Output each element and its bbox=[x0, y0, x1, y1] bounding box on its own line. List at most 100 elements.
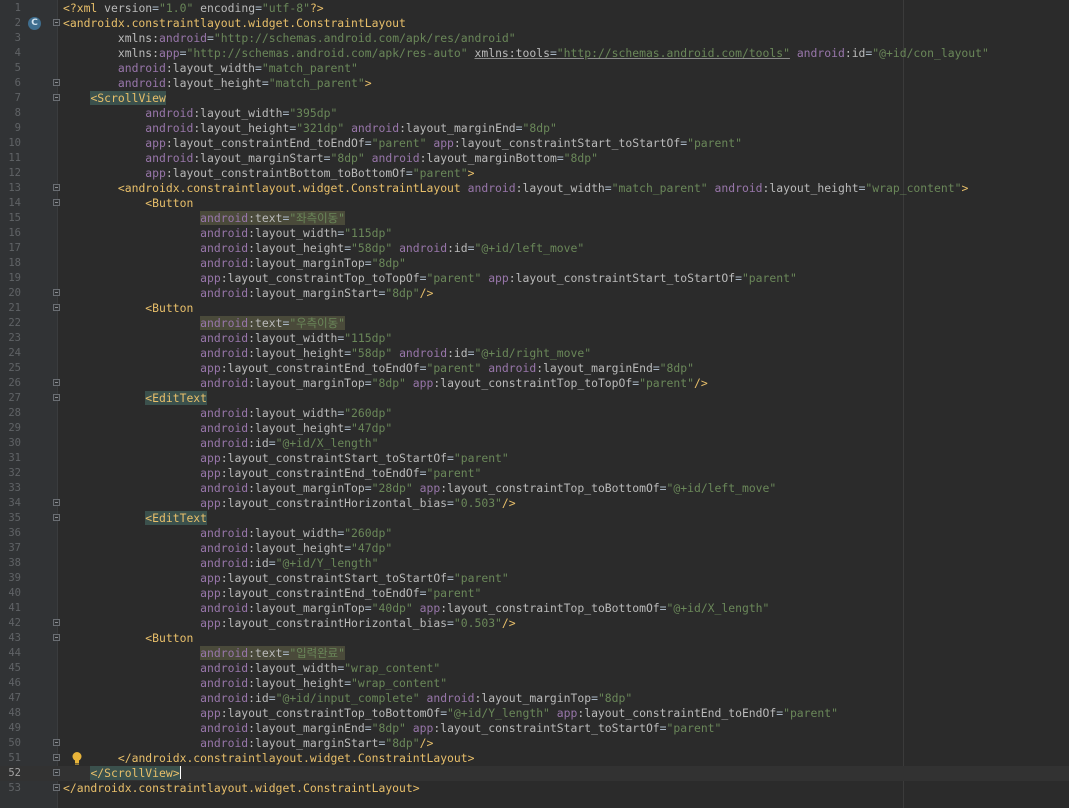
code-line[interactable]: 46 android:layout_height="wrap_content" bbox=[0, 676, 1069, 691]
code-token: app bbox=[488, 271, 509, 285]
fold-marker-icon[interactable] bbox=[53, 199, 60, 206]
code-line[interactable]: 20 android:layout_marginStart="8dp"/> bbox=[0, 286, 1069, 301]
code-area[interactable]: 1 <?xml version="1.0" encoding="utf-8"?> 2… bbox=[0, 1, 1069, 796]
code-line[interactable]: 37 android:layout_height="47dp" bbox=[0, 541, 1069, 556]
fold-marker-icon[interactable] bbox=[53, 499, 60, 506]
code-line[interactable]: 23 android:layout_width="115dp" bbox=[0, 331, 1069, 346]
code-line[interactable]: 27 <EditText bbox=[0, 391, 1069, 406]
code-editor[interactable]: 1 <?xml version="1.0" encoding="utf-8"?> 2… bbox=[0, 0, 1069, 808]
code-line[interactable]: 33 android:layout_marginTop="28dp" app:l… bbox=[0, 481, 1069, 496]
code-token: app bbox=[145, 136, 166, 150]
code-line[interactable]: 32 app:layout_constraintEnd_toEndOf="par… bbox=[0, 466, 1069, 481]
fold-marker-icon[interactable] bbox=[53, 79, 60, 86]
fold-marker-icon[interactable] bbox=[53, 94, 60, 101]
fold-marker-icon[interactable] bbox=[53, 184, 60, 191]
code-line[interactable]: 47 android:id="@+id/input_complete" andr… bbox=[0, 691, 1069, 706]
code-line[interactable]: 4 xmlns:app="http://schemas.android.com/… bbox=[0, 46, 1069, 61]
code-line[interactable]: 51 </androidx.constraintlayout.widget.Co… bbox=[0, 751, 1069, 766]
code-line[interactable]: 24 android:layout_height="58dp" android:… bbox=[0, 346, 1069, 361]
code-line[interactable]: 3 xmlns:android="http://schemas.android.… bbox=[0, 31, 1069, 46]
fold-marker-icon[interactable] bbox=[53, 394, 60, 401]
code-line[interactable]: 36 android:layout_width="260dp" bbox=[0, 526, 1069, 541]
code-token: android bbox=[200, 346, 249, 360]
code-line[interactable]: 25 app:layout_constraintEnd_toEndOf = "par… bbox=[0, 361, 1069, 376]
code-token: app bbox=[200, 271, 221, 285]
code-token: encoding bbox=[193, 1, 256, 15]
code-line[interactable]: 42 app:layout_constraintHorizontal_bias=… bbox=[0, 616, 1069, 631]
fold-marker-icon[interactable] bbox=[53, 19, 60, 26]
code-text: app:layout_constraintStart_toStartOf="pa… bbox=[63, 571, 509, 586]
code-line[interactable]: 14 <Button bbox=[0, 196, 1069, 211]
code-line[interactable]: 38 android:id="@+id/Y_length" bbox=[0, 556, 1069, 571]
code-line[interactable]: 10 app:layout_constraintEnd_toEndOf="par… bbox=[0, 136, 1069, 151]
code-token: android bbox=[200, 691, 249, 705]
code-line[interactable]: 18 android:layout_marginTop="8dp" bbox=[0, 256, 1069, 271]
code-line[interactable]: 22 android:text="우측이동" bbox=[0, 316, 1069, 331]
code-text: xmlns:app = "http://schemas.android.com/ap… bbox=[63, 46, 989, 61]
fold-marker-icon[interactable] bbox=[53, 379, 60, 386]
class-gutter-icon[interactable]: C bbox=[28, 17, 41, 30]
code-line[interactable]: 48 app:layout_constraintTop_toBottomOf="… bbox=[0, 706, 1069, 721]
code-line[interactable]: 50 android:layout_marginStart="8dp"/> bbox=[0, 736, 1069, 751]
code-token: app bbox=[200, 571, 221, 585]
code-token: :layout_constraintTop_toTopOf bbox=[220, 271, 420, 285]
fold-marker-icon[interactable] bbox=[53, 754, 60, 761]
code-token: app bbox=[159, 46, 180, 60]
code-line[interactable]: 34 app:layout_constraintHorizontal_bias=… bbox=[0, 496, 1069, 511]
code-line[interactable]: 53 </androidx.constraintlayout.widget.Con… bbox=[0, 781, 1069, 796]
line-number: 14 bbox=[8, 197, 21, 209]
code-line[interactable]: 35 <EditText bbox=[0, 511, 1069, 526]
code-line[interactable]: 30 android:id="@+id/X_length" bbox=[0, 436, 1069, 451]
code-line[interactable]: 52 </ScrollView> bbox=[0, 766, 1069, 781]
code-line[interactable]: 49 android:layout_marginEnd="8dp" app:la… bbox=[0, 721, 1069, 736]
code-line[interactable]: 6 android:layout_height="match_parent"> bbox=[0, 76, 1069, 91]
code-line[interactable]: 16 android:layout_width="115dp" bbox=[0, 226, 1069, 241]
fold-marker-icon[interactable] bbox=[53, 634, 60, 641]
code-line[interactable]: 8 android:layout_width="395dp" bbox=[0, 106, 1069, 121]
fold-marker-icon[interactable] bbox=[53, 769, 60, 776]
code-text: </androidx.constraintlayout.widget.Const… bbox=[63, 781, 420, 796]
code-token: "8dp" bbox=[563, 151, 598, 165]
code-line[interactable]: 1 <?xml version="1.0" encoding="utf-8"?> bbox=[0, 1, 1069, 16]
fold-marker-icon[interactable] bbox=[53, 304, 60, 311]
code-line[interactable]: 45 android:layout_width="wrap_content" bbox=[0, 661, 1069, 676]
code-line[interactable]: 7 <ScrollView bbox=[0, 91, 1069, 106]
code-token: android bbox=[467, 181, 516, 195]
code-line[interactable]: 40 app:layout_constraintEnd_toEndOf="par… bbox=[0, 586, 1069, 601]
code-line[interactable]: 26 android:layout_marginTop="8dp" app:la… bbox=[0, 376, 1069, 391]
code-line[interactable]: 31 app:layout_constraintStart_toStartOf=… bbox=[0, 451, 1069, 466]
code-line[interactable]: 41 android:layout_marginTop="40dp" app:l… bbox=[0, 601, 1069, 616]
code-line[interactable]: 17 android:layout_height="58dp" android:… bbox=[0, 241, 1069, 256]
code-line[interactable]: 28 android:layout_width="260dp" bbox=[0, 406, 1069, 421]
fold-marker-icon[interactable] bbox=[53, 739, 60, 746]
code-token: = bbox=[659, 601, 667, 615]
code-line[interactable]: 12 app:layout_constraintBottom_toBottomO… bbox=[0, 166, 1069, 181]
code-line[interactable]: 44 android:text="입력완료" bbox=[0, 646, 1069, 661]
code-token: android bbox=[117, 61, 166, 75]
code-text: android:layout_width="115dp" bbox=[63, 331, 392, 346]
code-line[interactable]: 15 android:text="좌측이동" bbox=[0, 211, 1069, 226]
fold-marker-icon[interactable] bbox=[53, 514, 60, 521]
code-line[interactable]: 13 <androidx.constraintlayout.widget.Con… bbox=[0, 181, 1069, 196]
code-line[interactable]: 29 android:layout_height="47dp" bbox=[0, 421, 1069, 436]
code-line[interactable]: 21 <Button bbox=[0, 301, 1069, 316]
code-token: :layout_constraintEnd_toEndOf bbox=[165, 136, 365, 150]
code-line[interactable]: 5 android:layout_width="match_parent" bbox=[0, 61, 1069, 76]
code-line[interactable]: 43 <Button bbox=[0, 631, 1069, 646]
code-token: <EditText bbox=[145, 391, 208, 405]
code-line[interactable]: 19 app:layout_constraintTop_toTopOf="par… bbox=[0, 271, 1069, 286]
code-line[interactable]: 2 C <androidx.constraintlayout.widget.Cons… bbox=[0, 16, 1069, 31]
fold-marker-icon[interactable] bbox=[53, 289, 60, 296]
code-line[interactable]: 11 android:layout_marginStart="8dp" andr… bbox=[0, 151, 1069, 166]
line-number: 35 bbox=[8, 512, 21, 524]
code-token: "@+id/X_length" bbox=[666, 601, 770, 615]
code-line[interactable]: 9 android:layout_height="321dp" android:… bbox=[0, 121, 1069, 136]
fold-marker-icon[interactable] bbox=[53, 619, 60, 626]
code-line[interactable]: 39 app:layout_constraintStart_toStartOf=… bbox=[0, 571, 1069, 586]
fold-marker-icon[interactable] bbox=[53, 784, 60, 791]
